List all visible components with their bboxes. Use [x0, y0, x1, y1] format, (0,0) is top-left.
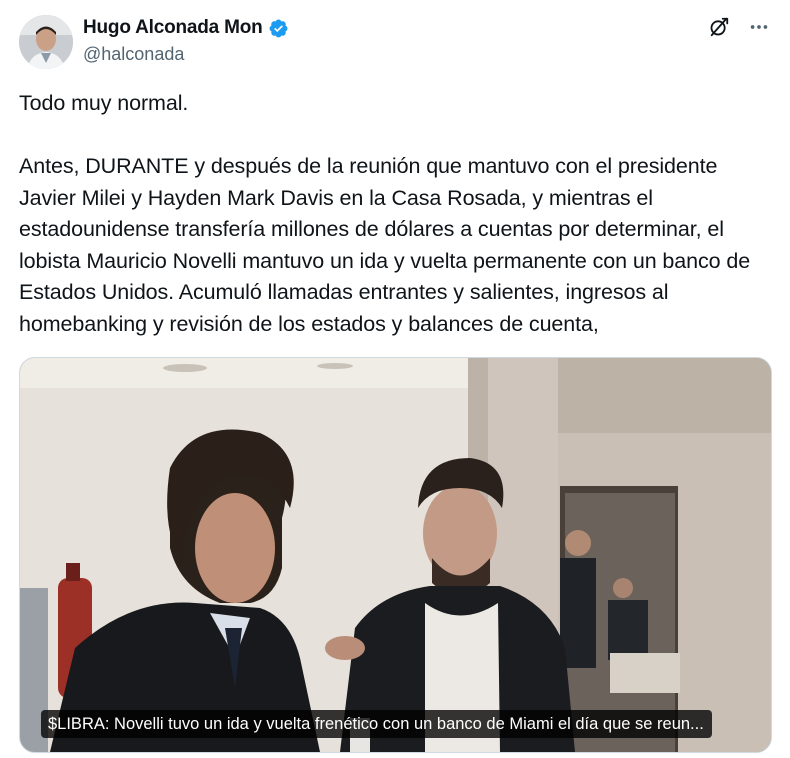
tweet-header-actions — [708, 16, 770, 38]
author-name-row: Hugo Alconada Mon — [83, 17, 289, 39]
more-options-icon[interactable] — [748, 16, 770, 38]
avatar-image — [19, 15, 73, 69]
author-avatar[interactable] — [19, 15, 73, 69]
verified-badge-icon[interactable] — [268, 18, 289, 39]
tweet-text: Todo muy normal. Antes, DURANTE y despué… — [19, 91, 751, 336]
author-display-name[interactable]: Hugo Alconada Mon — [83, 17, 263, 39]
tweet-media-video[interactable]: $LIBRA: Novelli tuvo un ida y vuelta fre… — [19, 357, 772, 753]
video-thumbnail — [20, 358, 771, 752]
author-handle[interactable]: @halconada — [83, 44, 184, 65]
tweet-card: Hugo Alconada Mon @halconada Todo muy no… — [0, 0, 790, 758]
video-caption: $LIBRA: Novelli tuvo un ida y vuelta fre… — [41, 710, 712, 738]
grok-icon[interactable] — [708, 16, 730, 38]
